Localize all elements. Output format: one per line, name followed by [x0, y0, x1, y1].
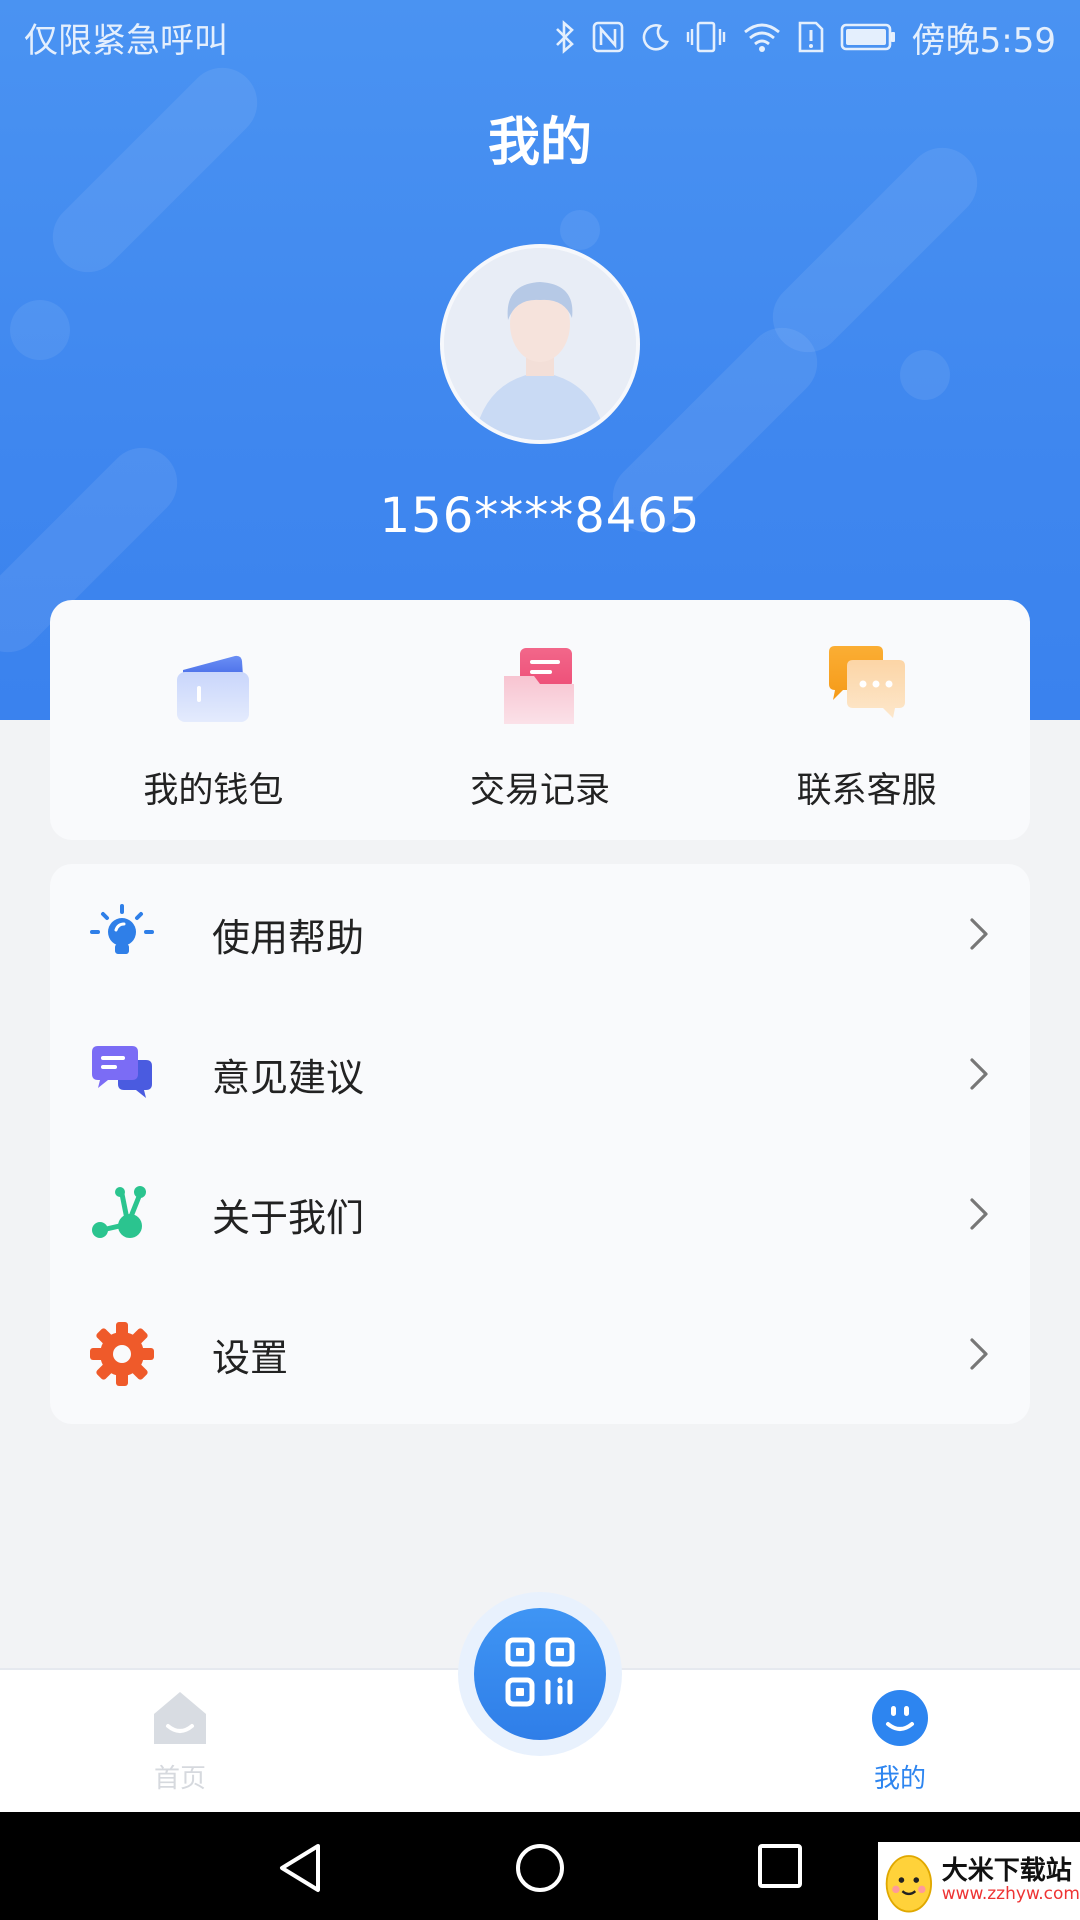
watermark-title: 大米下载站 [941, 1856, 1072, 1887]
home-icon [148, 1688, 212, 1752]
sim-alert-icon [798, 21, 824, 53]
menu-item-label: 关于我们 [212, 1195, 365, 1240]
wallet-icon [163, 636, 263, 736]
menu-item-help[interactable]: 使用帮助 [50, 864, 1030, 1004]
quick-action-transactions[interactable]: 交易记录 [377, 600, 704, 840]
tab-label: 我的 [873, 1764, 926, 1794]
moon-icon [640, 22, 670, 52]
menu-item-feedback[interactable]: 意见建议 [50, 1004, 1030, 1144]
user-phone-number: 156****8465 [379, 488, 701, 544]
bluetooth-icon [554, 20, 576, 54]
rice-mascot-icon [885, 1855, 932, 1913]
qr-code-icon [504, 1636, 576, 1712]
chevron-right-icon [964, 1054, 994, 1094]
tab-home[interactable]: 首页 [110, 1688, 250, 1795]
clock-text: 傍晚5:59 [911, 20, 1056, 61]
battery-icon [840, 23, 896, 51]
page-title: 我的 [487, 113, 592, 173]
quick-actions-card: 我的钱包 交易记录 联系客服 [50, 600, 1030, 840]
wifi-icon [742, 21, 782, 53]
chevron-right-icon [964, 914, 994, 954]
watermark-url: www.zzhyw.com [941, 1883, 1080, 1904]
default-person-icon [444, 248, 636, 440]
network-nodes-icon [88, 1180, 156, 1248]
home-circle-icon [516, 1844, 564, 1892]
recents-square-icon [758, 1844, 802, 1888]
quick-action-label: 我的钱包 [143, 771, 284, 811]
recents-button[interactable] [756, 1842, 804, 1894]
feedback-chat-icon [88, 1040, 156, 1108]
gear-icon [88, 1320, 156, 1388]
status-bar: 仅限紧急呼叫 傍晚5:59 [0, 0, 1080, 74]
user-avatar[interactable] [440, 244, 640, 444]
carrier-text: 仅限紧急呼叫 [24, 20, 228, 61]
nfc-icon [592, 21, 624, 53]
tab-mine[interactable]: 我的 [830, 1688, 970, 1795]
settings-menu-card: 使用帮助 意见建议 关于我们 设置 [50, 864, 1030, 1424]
customer-service-icon [817, 636, 917, 736]
quick-action-wallet[interactable]: 我的钱包 [50, 600, 377, 840]
back-triangle-icon [280, 1844, 320, 1892]
home-button[interactable] [514, 1842, 566, 1898]
quick-action-customer-service[interactable]: 联系客服 [703, 600, 1030, 840]
transaction-record-icon [490, 636, 590, 736]
chevron-right-icon [964, 1334, 994, 1374]
watermark-logo: 大米下载站 www.zzhyw.com [878, 1842, 1080, 1920]
back-button[interactable] [276, 1842, 324, 1898]
menu-item-about[interactable]: 关于我们 [50, 1144, 1030, 1284]
scan-qr-button[interactable] [474, 1608, 606, 1740]
menu-item-label: 意见建议 [212, 1055, 365, 1100]
menu-item-label: 设置 [212, 1335, 289, 1380]
vibrate-icon [686, 21, 726, 53]
menu-item-settings[interactable]: 设置 [50, 1284, 1030, 1424]
chevron-right-icon [964, 1194, 994, 1234]
quick-action-label: 联系客服 [796, 771, 937, 811]
quick-action-label: 交易记录 [470, 771, 611, 811]
smiley-face-icon [870, 1688, 930, 1752]
tab-label: 首页 [153, 1764, 206, 1794]
lightbulb-icon [88, 900, 156, 968]
menu-item-label: 使用帮助 [212, 915, 365, 960]
